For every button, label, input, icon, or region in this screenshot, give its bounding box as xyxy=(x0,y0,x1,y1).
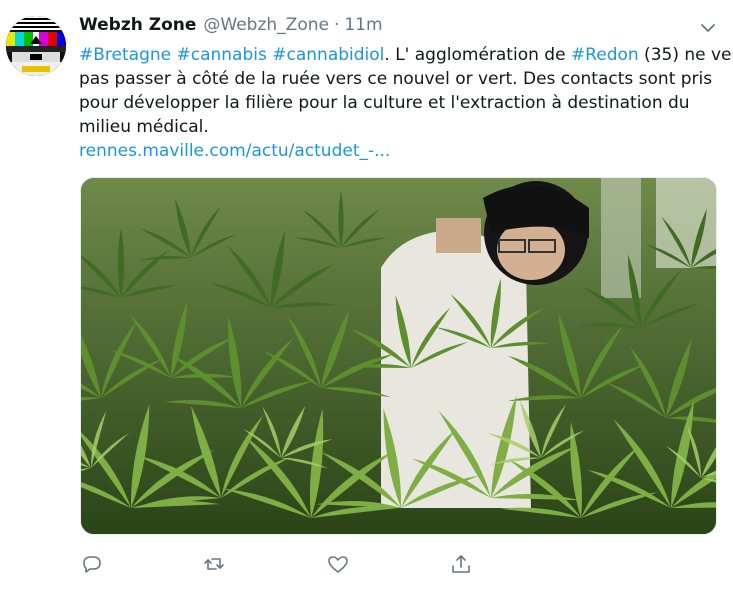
share-icon[interactable] xyxy=(449,552,473,576)
cannabis-plants-photo xyxy=(81,178,716,534)
hashtag-cannabidiol[interactable]: #cannabidiol xyxy=(272,45,384,65)
hashtag-redon[interactable]: #Redon xyxy=(571,45,639,65)
tweet[interactable]: Webzh Zone @Webzh_Zone · 11m #Bretagne #… xyxy=(0,0,733,590)
hashtag-bretagne[interactable]: #Bretagne xyxy=(79,45,171,65)
tweet-header: Webzh Zone @Webzh_Zone · 11m xyxy=(79,15,383,41)
author-name[interactable]: Webzh Zone xyxy=(79,15,196,35)
retweet-icon[interactable] xyxy=(202,552,226,576)
tweet-text-line-3: pour développer la filière pour la cultu… xyxy=(79,93,690,113)
author-handle[interactable]: @Webzh_Zone xyxy=(203,15,329,35)
avatar[interactable] xyxy=(6,16,66,76)
tweet-timestamp[interactable]: 11m xyxy=(344,15,382,35)
meta-separator: · xyxy=(333,15,340,35)
article-link[interactable]: rennes.maville.com/actu/actudet_-... xyxy=(79,139,719,163)
tweet-text: #Bretagne #cannabis #cannabidiol. L' agg… xyxy=(79,43,733,163)
heart-icon[interactable] xyxy=(326,552,350,576)
tweet-media-image[interactable] xyxy=(80,177,717,535)
tweet-text-segment: . L' agglomération de xyxy=(384,45,571,65)
avatar-logo xyxy=(6,16,66,76)
tweet-text-line-2: pas passer à côté de la ruée vers ce nou… xyxy=(79,69,713,89)
hashtag-cannabis[interactable]: #cannabis xyxy=(177,45,267,65)
tweet-actions xyxy=(80,552,500,578)
tweet-text-segment: (35) ne veut xyxy=(644,45,733,65)
chevron-down-icon[interactable] xyxy=(699,19,717,37)
tweet-text-line-1: #Bretagne #cannabis #cannabidiol. L' agg… xyxy=(79,43,733,67)
tweet-text-line-4: milieu médical. xyxy=(79,117,209,137)
reply-icon[interactable] xyxy=(80,552,104,576)
